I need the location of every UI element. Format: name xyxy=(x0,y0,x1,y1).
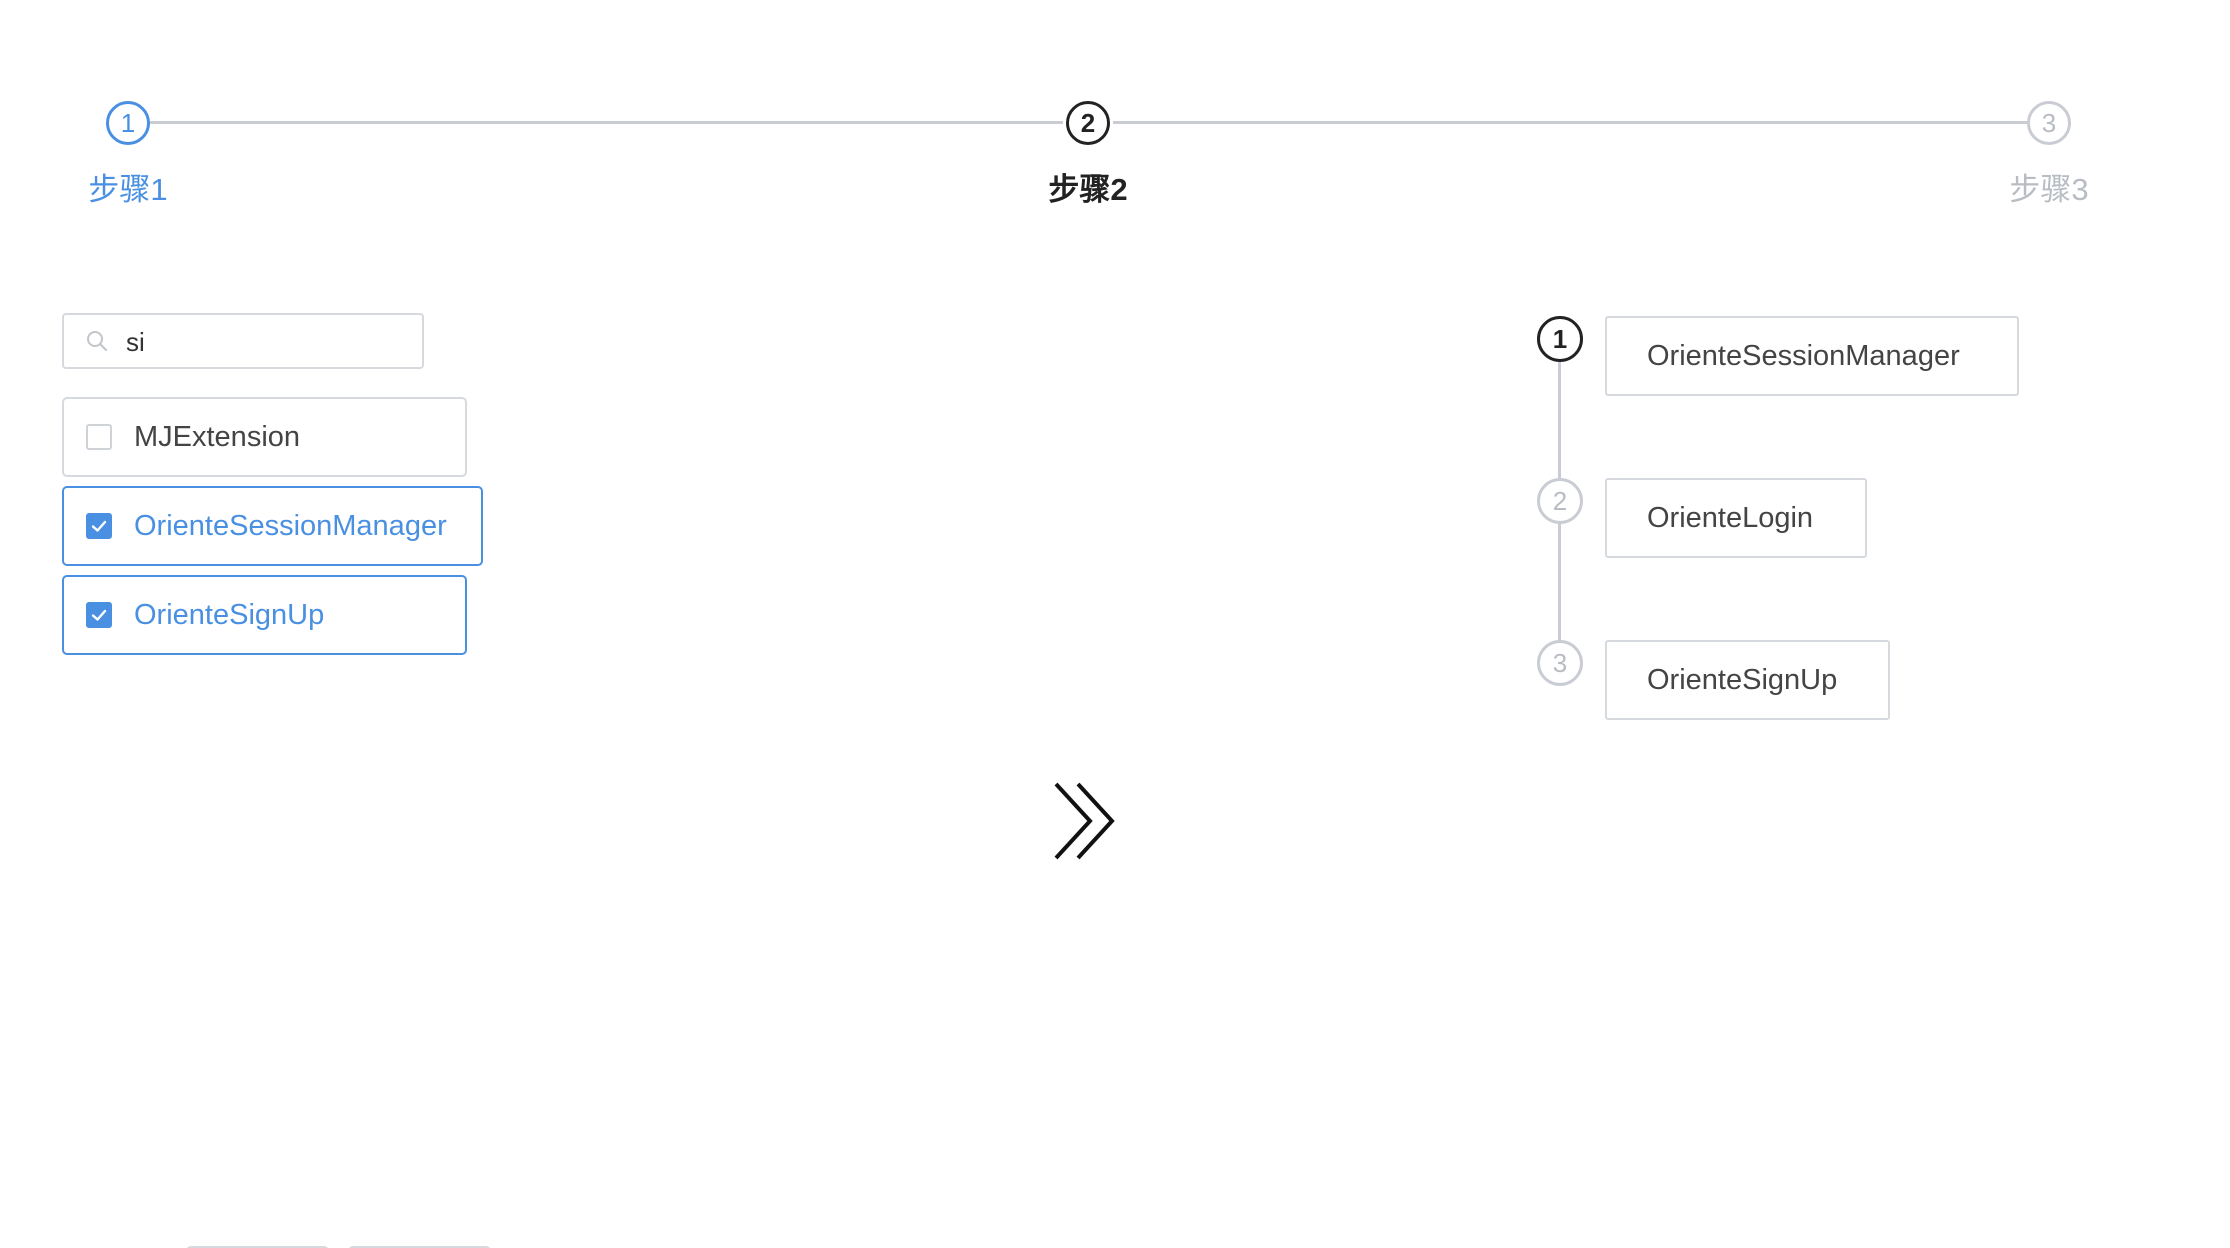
step-2-circle[interactable]: 2 xyxy=(1066,101,1110,145)
search-icon xyxy=(87,331,107,351)
search-box[interactable] xyxy=(62,313,424,369)
step-2-label[interactable]: 步骤2 xyxy=(988,164,1188,209)
vertical-step-connector xyxy=(1558,362,1561,478)
checkbox-checked[interactable] xyxy=(86,513,112,539)
list-item-label: MJExtension xyxy=(134,420,301,453)
double-chevron-right-icon[interactable] xyxy=(1050,780,1130,862)
stepper-connector xyxy=(1113,121,2035,124)
step-1-circle[interactable]: 1 xyxy=(106,101,150,145)
vertical-step-3-circle: 3 xyxy=(1537,640,1583,686)
vertical-step-1-circle: 1 xyxy=(1537,316,1583,362)
step-1-label[interactable]: 步骤1 xyxy=(28,164,228,209)
checkbox-checked[interactable] xyxy=(86,602,112,628)
check-icon xyxy=(91,609,107,621)
list-item-orientesessionmanager[interactable]: OrienteSessionManager xyxy=(62,486,483,566)
step-3-circle[interactable]: 3 xyxy=(2027,101,2071,145)
search-input[interactable] xyxy=(124,323,408,361)
vertical-step-connector xyxy=(1558,524,1561,640)
vertical-step-2-box[interactable]: OrienteLogin xyxy=(1605,478,1867,558)
page: 1 步骤1 2 步骤2 3 步骤3 MJExtension OrienteSes… xyxy=(0,0,2230,1248)
list-item-mjextension[interactable]: MJExtension xyxy=(62,397,467,477)
list-item-orientesignup[interactable]: OrienteSignUp xyxy=(62,575,467,655)
checkbox[interactable] xyxy=(86,424,112,450)
list-item-label: OrienteSignUp xyxy=(134,598,325,631)
vertical-step-2-circle: 2 xyxy=(1537,478,1583,524)
list-item-label: OrienteSessionManager xyxy=(134,509,447,542)
vertical-step-1-box[interactable]: OrienteSessionManager xyxy=(1605,316,2019,396)
check-icon xyxy=(91,520,107,532)
step-3-label[interactable]: 步骤3 xyxy=(1949,164,2149,209)
stepper-connector xyxy=(150,121,1063,124)
vertical-step-3-box[interactable]: OrienteSignUp xyxy=(1605,640,1890,720)
